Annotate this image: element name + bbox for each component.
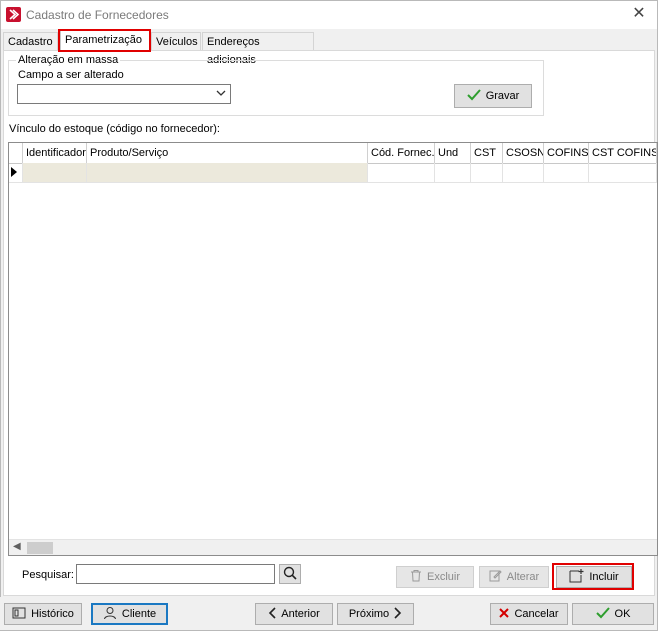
window-title: Cadastro de Fornecedores (26, 8, 169, 22)
tab-label: Veículos (156, 36, 198, 48)
add-button-label: Incluir (589, 571, 619, 583)
trash-icon (410, 569, 422, 585)
scrollbar-thumb[interactable] (27, 542, 53, 554)
search-input[interactable] (76, 564, 275, 584)
search-label: Pesquisar: (22, 569, 74, 581)
table-row[interactable] (9, 163, 657, 183)
previous-button-label: Anterior (281, 608, 320, 620)
edit-button-label: Alterar (506, 571, 540, 583)
chevron-right-icon (394, 606, 402, 622)
client-button-label: Cliente (121, 608, 157, 620)
column-header-cst-cofins[interactable]: CST COFINS (589, 143, 657, 163)
cell-cst-cofins[interactable] (589, 163, 657, 182)
save-button-label: Gravar (485, 90, 520, 102)
previous-button[interactable]: Anterior (255, 603, 333, 625)
cell-und[interactable] (435, 163, 471, 182)
stock-link-grid[interactable]: Identificador Produto/Serviço Cód. Forne… (8, 142, 658, 556)
column-header-und[interactable]: Und (435, 143, 471, 163)
cell-cofins[interactable] (544, 163, 589, 182)
mass-edit-legend: Alteração em massa (16, 54, 121, 66)
cell-identificador[interactable] (23, 163, 87, 182)
history-icon (12, 607, 26, 622)
column-header-cst[interactable]: CST (471, 143, 503, 163)
horizontal-scrollbar[interactable]: ◀ (9, 539, 657, 555)
chevron-down-icon (216, 88, 226, 101)
ok-button[interactable]: OK (572, 603, 654, 625)
check-icon (466, 88, 481, 104)
edit-button[interactable]: Alterar (479, 566, 549, 588)
ok-button-label: OK (614, 608, 631, 620)
delete-button-label: Excluir (426, 571, 460, 583)
app-logo-icon (6, 7, 21, 22)
chevron-left-icon (268, 606, 276, 622)
column-header-csosn[interactable]: CSOSN (503, 143, 544, 163)
tab-veiculos[interactable]: Veículos (151, 32, 201, 50)
close-icon[interactable]: ✕ (629, 4, 649, 24)
field-to-change-label: Campo a ser alterado (18, 69, 124, 81)
delete-button[interactable]: Excluir (396, 566, 474, 588)
cancel-button[interactable]: Cancelar (490, 603, 568, 625)
client-button[interactable]: Cliente (91, 603, 168, 625)
search-button[interactable] (279, 564, 301, 584)
tab-label: Cadastro (8, 36, 53, 48)
cancel-x-icon (499, 607, 510, 621)
row-indicator-cell (9, 163, 23, 182)
add-button[interactable]: Incluir (556, 566, 632, 588)
stock-link-label: Vínculo do estoque (código no fornecedor… (9, 123, 220, 135)
cell-cod-fornec[interactable] (368, 163, 435, 182)
grid-indicator-header (9, 143, 23, 163)
row-pointer-icon (11, 167, 17, 177)
next-button[interactable]: Próximo (337, 603, 414, 625)
tab-label: Parametrização (65, 34, 143, 46)
tab-enderecos-adicionais[interactable]: Endereços adicionais (202, 32, 314, 66)
cell-csosn[interactable] (503, 163, 544, 182)
cell-produto-servico[interactable] (87, 163, 368, 182)
column-header-identificador[interactable]: Identificador (23, 143, 87, 163)
field-to-change-select[interactable] (17, 84, 231, 104)
grid-header: Identificador Produto/Serviço Cód. Forne… (9, 143, 657, 164)
scroll-left-arrow-icon[interactable]: ◀ (13, 541, 21, 552)
history-button-label: Histórico (31, 608, 74, 620)
cell-cst[interactable] (471, 163, 503, 182)
cancel-button-label: Cancelar (514, 608, 559, 620)
save-button[interactable]: Gravar (454, 84, 532, 108)
edit-icon (489, 569, 502, 585)
column-header-produto-servico[interactable]: Produto/Serviço (87, 143, 368, 163)
add-page-icon (569, 568, 584, 586)
tab-cadastro[interactable]: Cadastro (3, 32, 58, 50)
tab-parametrizacao[interactable]: Parametrização (60, 30, 150, 51)
title-bar: Cadastro de Fornecedores ✕ (1, 1, 657, 29)
column-header-cod-fornec[interactable]: Cód. Fornec. (368, 143, 435, 163)
history-button[interactable]: Histórico (4, 603, 82, 625)
column-header-cofins[interactable]: COFINS (544, 143, 589, 163)
search-icon (283, 566, 297, 583)
user-icon (103, 606, 117, 623)
next-button-label: Próximo (348, 608, 390, 620)
check-icon (595, 606, 610, 622)
